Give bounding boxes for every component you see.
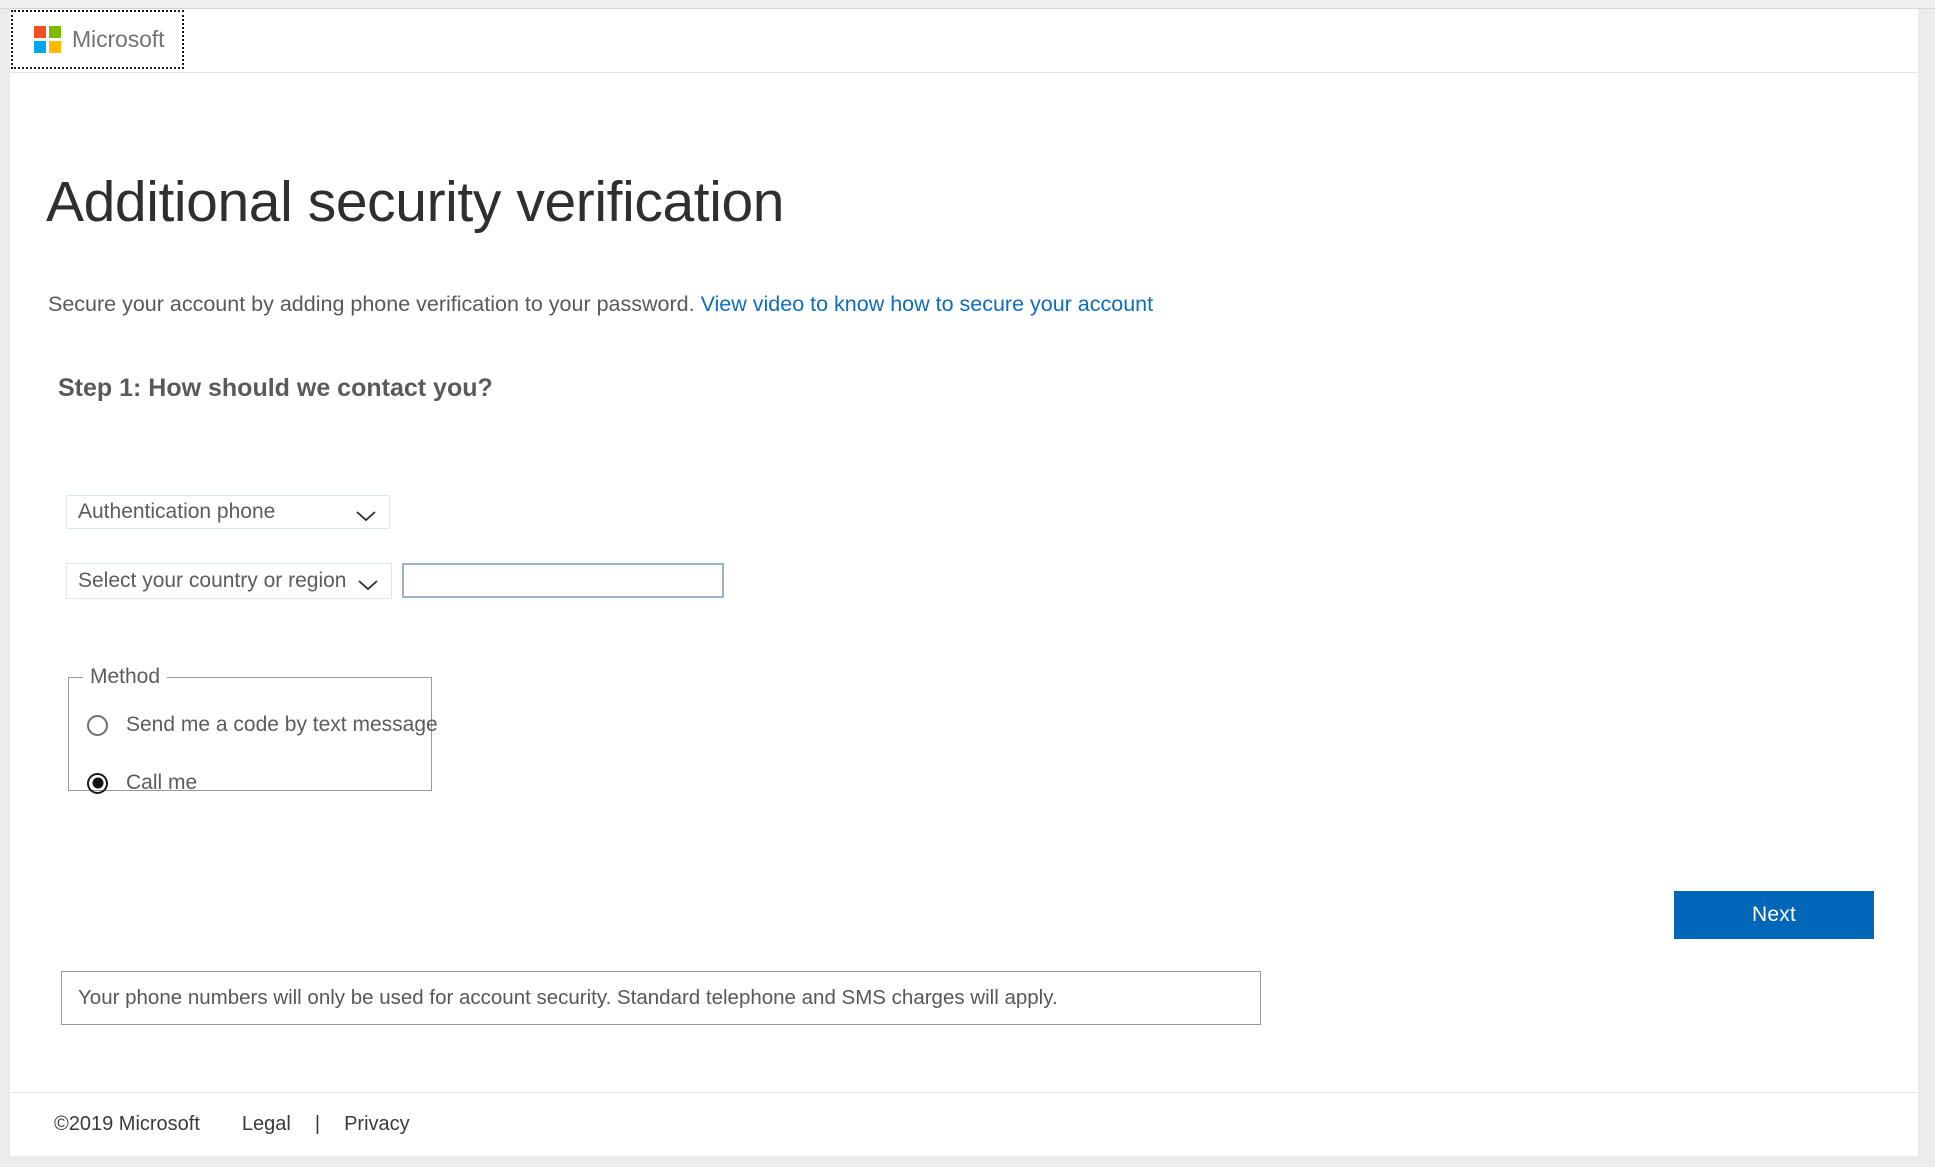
chevron-down-icon — [357, 574, 379, 591]
radio-label-text-message: Send me a code by text message — [126, 713, 438, 736]
page-container: Microsoft Additional security verificati… — [10, 9, 1918, 1156]
view-video-link[interactable]: View video to know how to secure your ac… — [701, 292, 1154, 316]
microsoft-logo-link[interactable]: Microsoft — [11, 10, 184, 69]
footer-separator: | — [314, 1113, 321, 1135]
main-content: Additional security verification Secure … — [10, 73, 1918, 1092]
step-heading: Step 1: How should we contact you? — [58, 373, 493, 402]
radio-option-text-message[interactable]: Send me a code by text message — [87, 713, 438, 737]
next-button[interactable]: Next — [1674, 891, 1874, 939]
site-footer: ©2019 Microsoft Legal | Privacy — [10, 1092, 1918, 1156]
method-fieldset-legend: Method — [90, 665, 161, 688]
chevron-down-icon — [355, 505, 377, 522]
method-fieldset: Method Send me a code by text message Ca… — [68, 665, 438, 794]
auth-method-select-value: Authentication phone — [78, 500, 276, 523]
country-region-select-value: Select your country or region — [78, 569, 347, 592]
logo-square-red — [34, 26, 46, 38]
disclaimer-box: Your phone numbers will only be used for… — [61, 971, 1261, 1025]
copyright-text: ©2019 Microsoft — [54, 1113, 200, 1135]
browser-viewport: Microsoft Additional security verificati… — [0, 0, 1935, 1167]
logo-square-yellow — [49, 41, 61, 53]
radio-icon-unchecked[interactable] — [87, 714, 108, 736]
radio-icon-checked[interactable] — [87, 772, 108, 794]
legal-link[interactable]: Legal — [242, 1113, 291, 1136]
logo-square-green — [49, 26, 61, 38]
intro-text: Secure your account by adding phone veri… — [48, 291, 695, 316]
site-header: Microsoft — [10, 9, 1918, 73]
country-region-select[interactable]: Select your country or region — [66, 563, 392, 599]
microsoft-wordmark: Microsoft — [72, 26, 165, 52]
radio-label-call-me: Call me — [126, 771, 198, 794]
privacy-link[interactable]: Privacy — [344, 1113, 410, 1136]
browser-chrome-strip — [0, 0, 1935, 9]
disclaimer-text: Your phone numbers will only be used for… — [78, 986, 1058, 1009]
intro-paragraph: Secure your account by adding phone veri… — [48, 292, 1153, 317]
microsoft-logo-icon — [34, 26, 61, 53]
logo-square-blue — [34, 41, 46, 53]
radio-option-call-me[interactable]: Call me — [87, 771, 197, 795]
auth-method-select[interactable]: Authentication phone — [66, 495, 390, 529]
page-title: Additional security verification — [46, 170, 785, 235]
phone-number-input[interactable] — [402, 563, 724, 598]
